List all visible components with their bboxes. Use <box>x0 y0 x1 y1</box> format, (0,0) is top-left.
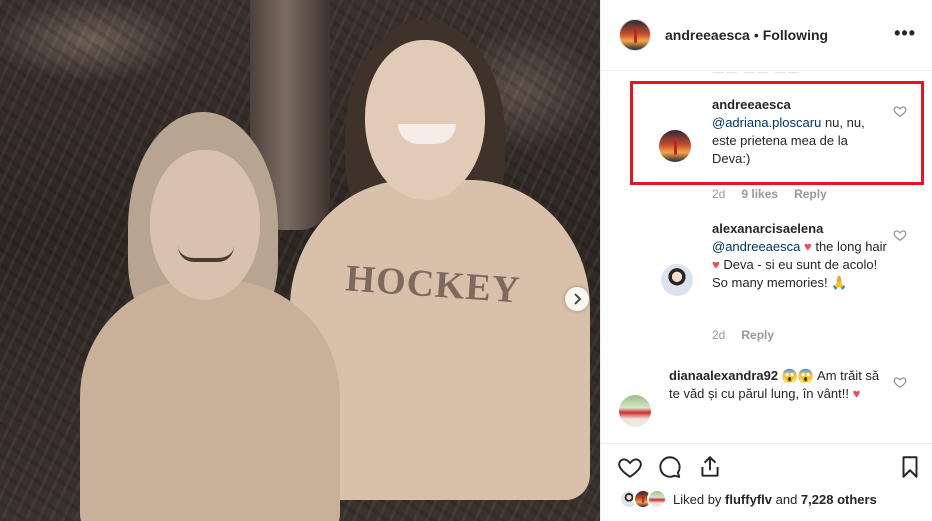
comment-mention[interactable]: @andreeaesca <box>712 239 800 254</box>
comment-avatar[interactable] <box>659 130 691 162</box>
reply-button[interactable]: Reply <box>794 185 827 203</box>
comment-username[interactable]: alexanarcisaelena <box>712 221 823 236</box>
liker-avatar <box>647 489 667 509</box>
comment-body: the long hair <box>811 239 887 254</box>
comment-username[interactable]: andreeaesca <box>712 97 791 112</box>
bookmark-icon[interactable] <box>897 454 923 480</box>
comment-item: dianaalexandra92 😱😱 Am trăit să te văd ș… <box>601 365 932 443</box>
comment-text: alexanarcisaelena @andreeaesca ♥ the lon… <box>712 220 887 292</box>
comment-like-icon[interactable] <box>893 228 907 242</box>
liked-by-user[interactable]: fluffyflv <box>725 492 772 507</box>
scream-emoji: 😱😱 <box>781 368 815 383</box>
action-bar <box>601 443 932 493</box>
next-photo-button[interactable] <box>565 287 589 311</box>
person-left-face <box>150 150 260 300</box>
comment-like-icon[interactable] <box>893 375 907 389</box>
comment-likes[interactable]: 9 likes <box>741 185 778 203</box>
person-left-body <box>80 280 340 521</box>
comment-item: alexanarcisaelena @andreeaesca ♥ the lon… <box>601 218 932 348</box>
comment-mention[interactable]: @adriana.ploscaru <box>712 115 821 130</box>
more-options-button[interactable]: ••• <box>894 24 916 42</box>
share-icon[interactable] <box>697 454 723 480</box>
likes-count-link[interactable]: 7,228 others <box>801 492 877 507</box>
liked-by-middle: and <box>772 491 801 507</box>
author-avatar[interactable] <box>619 19 651 51</box>
liked-by-row: Liked by fluffyflv and 7,228 others <box>601 487 932 511</box>
red-heart-emoji: ♥ <box>712 257 720 272</box>
heart-outline-icon[interactable] <box>617 454 643 480</box>
comment-body: Deva - si eu sunt de acolo! So many memo… <box>712 257 878 290</box>
post-header: andreeaesca • Following ••• <box>601 0 932 71</box>
liked-by-prefix: Liked by <box>673 491 726 507</box>
post-side-panel: andreeaesca • Following ••• —— —— —— and… <box>600 0 932 521</box>
red-heart-emoji: ♥ <box>852 386 861 401</box>
comment-meta: 2d Reply <box>712 326 774 344</box>
reply-button[interactable]: Reply <box>741 326 774 344</box>
comment-text: andreeaesca @adriana.ploscaru nu, nu, es… <box>712 96 887 168</box>
comment-username[interactable]: dianaalexandra92 <box>669 368 778 383</box>
comment-item: andreeaesca @adriana.ploscaru nu, nu, es… <box>601 72 932 202</box>
header-separator: • <box>753 27 759 43</box>
comment-age: 2d <box>712 328 726 342</box>
shirt-print: HOCKEY <box>344 257 522 312</box>
comment-age: 2d <box>712 187 726 201</box>
person-right-face <box>365 40 485 200</box>
person-left-smile <box>178 246 234 262</box>
comment-meta: 2d 9 likes Reply <box>712 185 827 203</box>
chevron-right-icon <box>574 293 582 305</box>
comment-avatar[interactable] <box>619 395 651 427</box>
comment-avatar[interactable] <box>661 264 693 296</box>
red-heart-emoji: ♥ <box>804 239 812 254</box>
praying-hands-emoji: 🙏 <box>831 275 848 290</box>
liker-avatars[interactable] <box>619 489 673 509</box>
comments-list[interactable]: —— —— —— andreeaesca @adriana.ploscaru n… <box>601 72 932 443</box>
author-username[interactable]: andreeaesca <box>665 27 750 43</box>
post-photo[interactable]: HOCKEY <box>0 0 600 521</box>
comment-like-icon[interactable] <box>893 104 907 118</box>
comment-icon[interactable] <box>657 454 683 480</box>
following-button[interactable]: Following <box>763 27 828 43</box>
comment-text: dianaalexandra92 😱😱 Am trăit să te văd ș… <box>669 367 889 403</box>
